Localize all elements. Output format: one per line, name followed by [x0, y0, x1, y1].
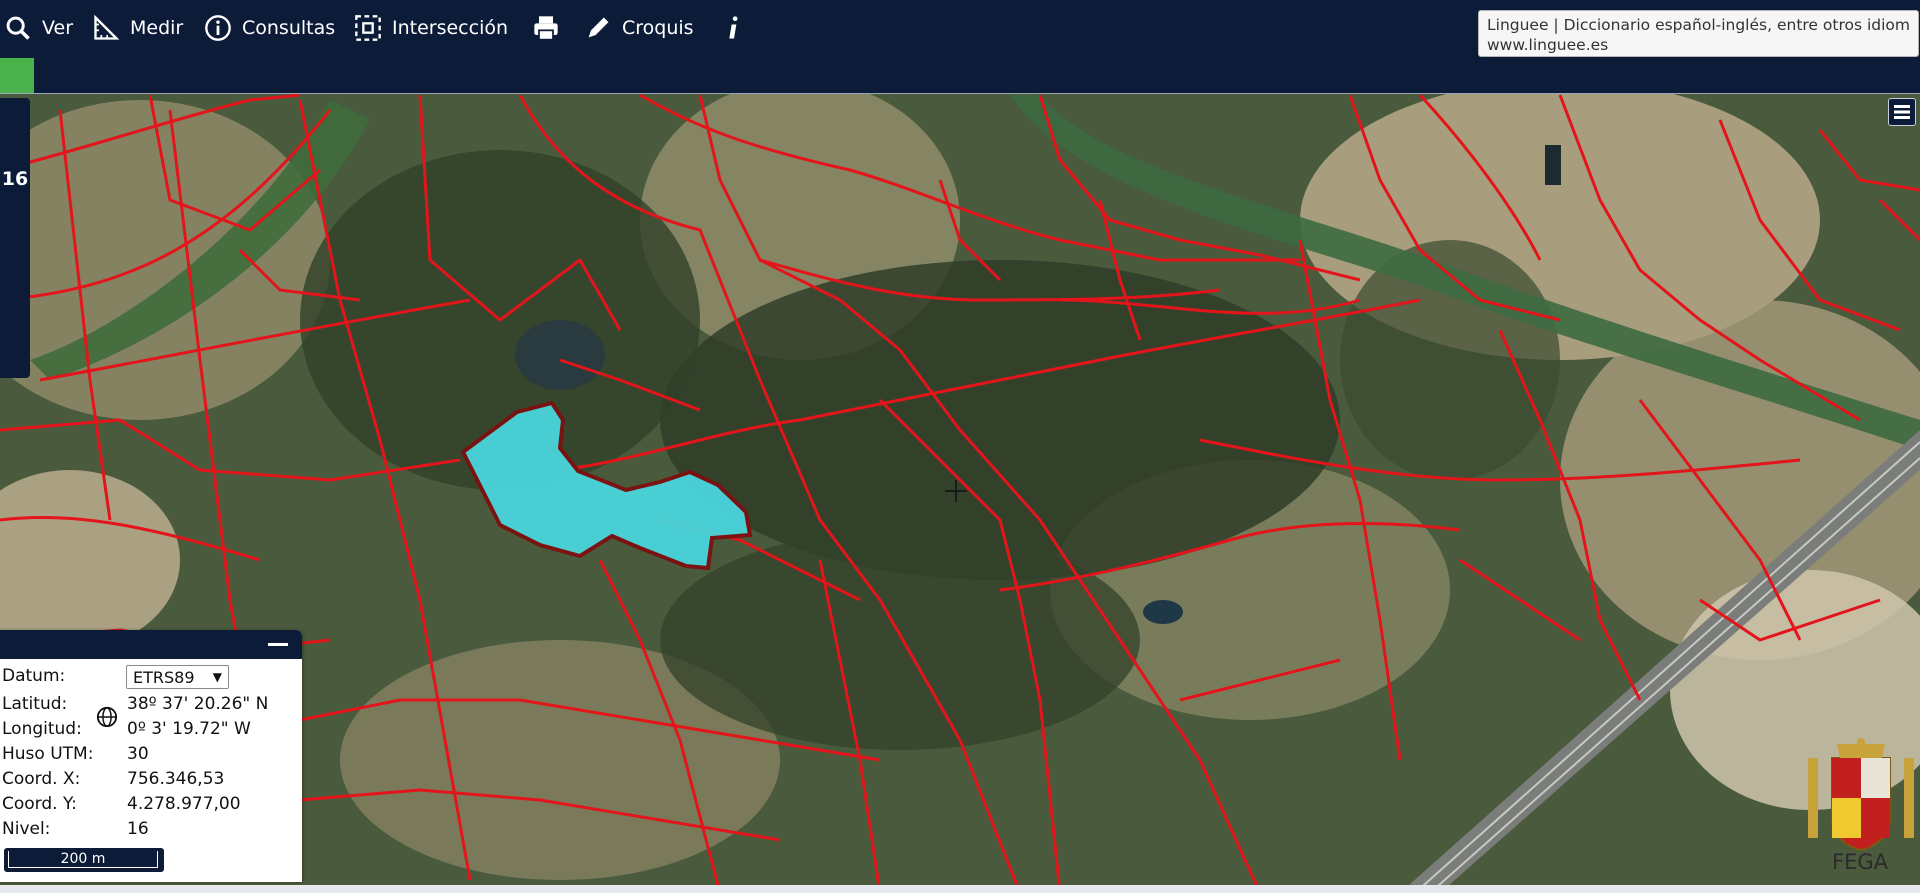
print-icon [534, 16, 558, 41]
scale-label: 200 m [8, 851, 158, 868]
croquis-button[interactable]: Croquis [584, 10, 694, 46]
coordinates-panel: Datum: ETRS89 ▼ Latitud: 38º 37' 20.26" … [0, 630, 302, 882]
utm-zone-label: Huso UTM: [2, 744, 94, 764]
coordinates-panel-header [0, 630, 302, 659]
consultas-label: Consultas [242, 17, 336, 39]
measure-icon [94, 14, 120, 40]
coord-y-value: 4.278.977,00 [127, 794, 241, 814]
scale-bar: 200 m [4, 848, 164, 872]
dropdown-arrow-icon: ▼ [212, 670, 222, 684]
croquis-label: Croquis [622, 17, 694, 39]
level-label: Nivel: [2, 819, 51, 839]
ver-label: Ver [42, 17, 74, 39]
coord-x-label: Coord. X: [2, 769, 81, 789]
tooltip-title: Linguee | Diccionario español-inglés, en… [1487, 16, 1910, 34]
bottom-strip [0, 885, 1920, 893]
interseccion-button[interactable]: Intersección [354, 10, 508, 46]
top-toolbar: Ver Medir Consultas Intersección Croquis… [0, 0, 1920, 60]
consultas-button[interactable]: Consultas [204, 10, 335, 46]
loading-bar [0, 58, 1920, 94]
info-circle-icon [205, 15, 231, 41]
level-value: 16 [127, 819, 149, 839]
fega-label: FEGA [1832, 850, 1888, 874]
minimize-icon[interactable] [268, 643, 288, 646]
about-button[interactable] [720, 10, 748, 46]
medir-label: Medir [130, 17, 184, 39]
coord-y-label: Coord. Y: [2, 794, 77, 814]
latitude-label: Latitud: [2, 694, 68, 714]
layers-button[interactable] [1888, 98, 1916, 126]
browser-tooltip: Linguee | Diccionario español-inglés, en… [1478, 10, 1919, 57]
print-button[interactable] [532, 10, 560, 46]
datum-value: ETRS89 [133, 667, 195, 687]
utm-zone-value: 30 [127, 744, 149, 764]
longitude-value: 0º 3' 19.72" W [127, 719, 251, 739]
medir-button[interactable]: Medir [92, 10, 183, 46]
layers-icon [1894, 105, 1910, 119]
search-icon [6, 16, 30, 40]
pencil-icon [588, 17, 609, 38]
loading-progress [0, 58, 34, 93]
datum-select[interactable]: ETRS89 ▼ [126, 665, 229, 689]
ver-button[interactable]: Ver [4, 10, 73, 46]
intersection-icon [355, 15, 381, 41]
latitude-value: 38º 37' 20.26" N [127, 694, 269, 714]
zoom-level: 16 [1, 168, 29, 190]
tooltip-url: www.linguee.es [1487, 36, 1609, 54]
coord-x-value: 756.346,53 [127, 769, 225, 789]
zoom-panel[interactable]: 16 [0, 98, 30, 378]
globe-icon[interactable] [96, 706, 118, 728]
longitude-label: Longitud: [2, 719, 82, 739]
datum-label: Datum: [2, 666, 66, 686]
info-icon [729, 16, 738, 39]
interseccion-label: Intersección [392, 17, 509, 39]
